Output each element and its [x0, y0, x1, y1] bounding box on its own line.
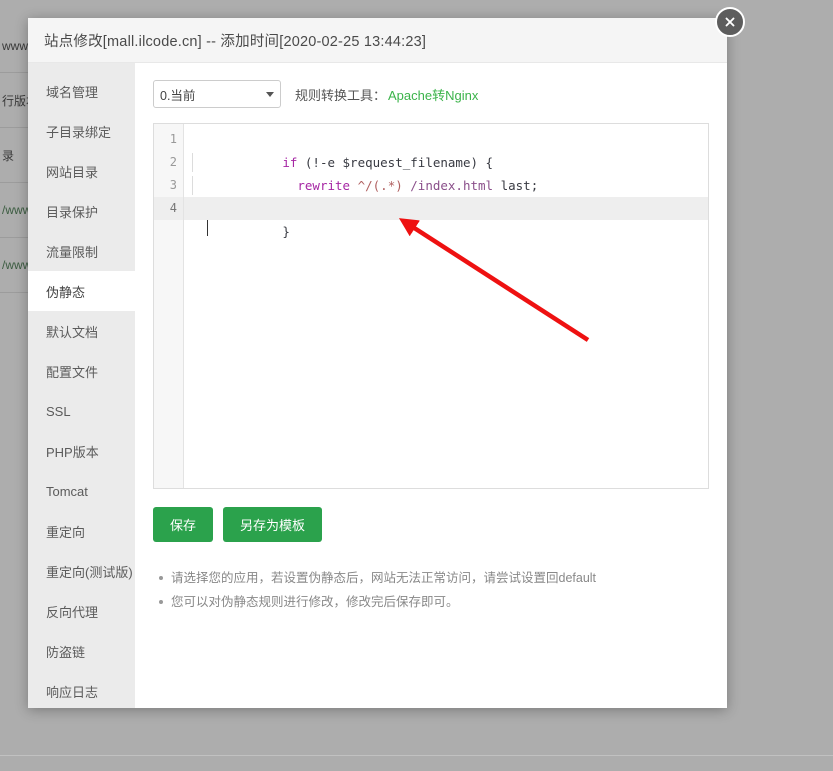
help-note: 您可以对伪静态规则进行修改，修改完后保存即可。 [157, 590, 709, 614]
chevron-down-icon [266, 92, 274, 97]
site-edit-dialog: 站点修改[mall.ilcode.cn] -- 添加时间[2020-02-25 … [28, 18, 727, 708]
rewrite-toolbar: 0.当前 规则转换工具： Apache转Nginx [153, 79, 709, 109]
line-number: 2 [154, 151, 183, 174]
sidebar-item-label: 伪静态 [46, 282, 85, 301]
sidebar-item-directory-protection[interactable]: 目录保护 [28, 191, 135, 231]
dialog-content: 0.当前 规则转换工具： Apache转Nginx 1 2 3 4 if (!-… [135, 63, 727, 708]
rule-select[interactable]: 0.当前 [153, 80, 281, 108]
sidebar-item-label: 重定向(测试版) [46, 562, 133, 581]
sidebar-item-label: PHP版本 [46, 442, 99, 461]
indent-guide [192, 153, 193, 172]
sidebar-item-label: 网站目录 [46, 162, 98, 181]
sidebar-item-label: 流量限制 [46, 242, 98, 261]
sidebar-item-label: 重定向 [46, 522, 85, 541]
sidebar-item-tomcat[interactable]: Tomcat [28, 471, 135, 511]
save-as-template-button[interactable]: 另存为模板 [223, 507, 322, 542]
sidebar-item-label: 响应日志 [46, 682, 98, 701]
sidebar-item-domain[interactable]: 域名管理 [28, 71, 135, 111]
sidebar-item-ssl[interactable]: SSL [28, 391, 135, 431]
line-number: 1 [154, 128, 183, 151]
sidebar-item-anti-leech[interactable]: 防盗链 [28, 631, 135, 671]
indent-guide [192, 176, 193, 195]
sidebar-item-php-version[interactable]: PHP版本 [28, 431, 135, 471]
sidebar-item-rewrite[interactable]: 伪静态 [28, 271, 135, 311]
code-token: } [282, 224, 290, 239]
dialog-header: 站点修改[mall.ilcode.cn] -- 添加时间[2020-02-25 … [28, 18, 727, 63]
code-line: if (!-e $request_filename) { [184, 128, 708, 151]
sidebar-item-label: Tomcat [46, 484, 88, 499]
rule-select-value: 0.当前 [160, 85, 195, 104]
code-line: } [184, 197, 708, 220]
overlay-divider [0, 755, 833, 756]
line-number: 4 [154, 197, 183, 220]
help-note: 请选择您的应用，若设置伪静态后，网站无法正常访问，请尝试设置回default [157, 566, 709, 590]
sidebar-item-label: 目录保护 [46, 202, 98, 221]
code-line: break; [184, 174, 708, 197]
dialog-title: 站点修改[mall.ilcode.cn] -- 添加时间[2020-02-25 … [44, 30, 426, 51]
dialog-body: 域名管理 子目录绑定 网站目录 目录保护 流量限制 伪静态 默认文档 配置文件 [28, 63, 727, 708]
apache-to-nginx-link[interactable]: Apache转Nginx [388, 85, 478, 104]
editor-code-area[interactable]: if (!-e $request_filename) { rewrite ^/(… [184, 124, 708, 488]
converter-label: 规则转换工具： [295, 85, 386, 104]
sidebar-item-redirect[interactable]: 重定向 [28, 511, 135, 551]
code-editor[interactable]: 1 2 3 4 if (!-e $request_filename) { rew… [153, 123, 709, 489]
code-line: rewrite ^/(.*) /index.html last; [184, 151, 708, 174]
editor-gutter: 1 2 3 4 [154, 124, 184, 488]
sidebar-item-label: SSL [46, 404, 71, 419]
sidebar-item-label: 防盗链 [46, 642, 85, 661]
sidebar-item-label: 默认文档 [46, 322, 98, 341]
help-notes: 请选择您的应用，若设置伪静态后，网站无法正常访问，请尝试设置回default 您… [153, 566, 709, 614]
action-buttons: 保存 另存为模板 [153, 507, 709, 542]
sidebar-item-response-log[interactable]: 响应日志 [28, 671, 135, 711]
sidebar-item-label: 子目录绑定 [46, 122, 111, 141]
sidebar-item-redirect-beta[interactable]: 重定向(测试版) [28, 551, 135, 591]
text-caret [207, 220, 208, 236]
dialog-sidebar: 域名管理 子目录绑定 网站目录 目录保护 流量限制 伪静态 默认文档 配置文件 [28, 63, 135, 708]
close-icon[interactable] [715, 7, 745, 37]
save-button[interactable]: 保存 [153, 507, 213, 542]
sidebar-item-site-directory[interactable]: 网站目录 [28, 151, 135, 191]
sidebar-item-label: 反向代理 [46, 602, 98, 621]
line-number: 3 [154, 174, 183, 197]
sidebar-item-subdirectory-bind[interactable]: 子目录绑定 [28, 111, 135, 151]
sidebar-item-label: 配置文件 [46, 362, 98, 381]
sidebar-item-config-file[interactable]: 配置文件 [28, 351, 135, 391]
sidebar-item-default-document[interactable]: 默认文档 [28, 311, 135, 351]
sidebar-item-traffic-limit[interactable]: 流量限制 [28, 231, 135, 271]
sidebar-item-reverse-proxy[interactable]: 反向代理 [28, 591, 135, 631]
sidebar-item-label: 域名管理 [46, 82, 98, 101]
